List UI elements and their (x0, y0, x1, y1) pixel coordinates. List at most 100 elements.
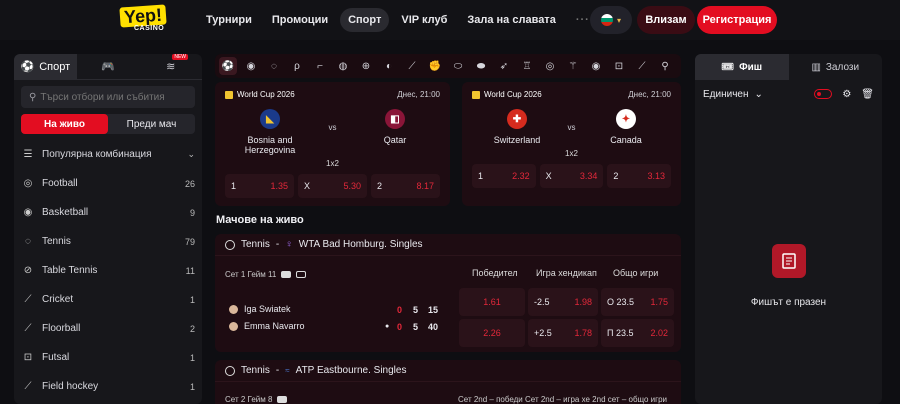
rugby-filter-icon[interactable]: ⬭ (449, 57, 467, 75)
badminton-filter-icon[interactable]: ➶ (495, 57, 513, 75)
odd-button[interactable]: X 5.30 (298, 174, 367, 198)
tab-sport-label: Спорт (39, 60, 71, 73)
tab-slip[interactable]: 🎟 Фиш (695, 54, 789, 80)
odd-button[interactable]: 2 8.17 (371, 174, 440, 198)
odd-button[interactable]: 2 3.13 (607, 164, 672, 188)
gear-icon[interactable]: ⚙ (842, 89, 851, 100)
main-content: ⚽ ◉ ◌ ρ ⌐ ◍ ⊕ ◐ ⟋ ✊ ⬭ ⬬ ➶ ♖ ◎ ⚚ ◉ ⊡ ⟋ ⚲ … (215, 54, 681, 404)
sport-name: Floorball (42, 323, 81, 334)
handball-filter-icon[interactable]: ◐ (380, 57, 398, 75)
tab-sport[interactable]: ⚽ Спорт (14, 54, 77, 79)
odd-value: 3.13 (647, 171, 666, 181)
table-tennis-filter-icon[interactable]: ρ (288, 57, 306, 75)
sport-count: 1 (189, 352, 195, 363)
competition-name: World Cup 2026 (237, 90, 295, 99)
prematch-toggle[interactable]: Преди мач (108, 114, 195, 134)
handicap-odd-button[interactable]: +2.5 1.78 (528, 319, 598, 347)
language-selector[interactable]: ▾ (590, 6, 632, 34)
odd-label: 2 (377, 181, 383, 191)
odd-value: 1.98 (574, 297, 592, 307)
chevron-down-icon: ⌄ (754, 88, 763, 100)
sport-item-field-hockey[interactable]: ⟋ Field hockey 1 (14, 372, 202, 401)
nav-promotions[interactable]: Промоции (264, 8, 336, 32)
winner-odd-button[interactable]: 1.61 (459, 288, 525, 316)
basketball-filter-icon[interactable]: ◉ (242, 57, 260, 75)
odd-value: 3.34 (579, 171, 598, 181)
odd-button[interactable]: X 3.34 (539, 164, 604, 188)
tab-layers[interactable]: ≋ NEW (139, 54, 202, 79)
live-match-card[interactable]: Tennis - ≈ ATP Eastbourne. Singles Сет 2… (215, 360, 681, 404)
sport-name: Table Tennis (42, 265, 98, 276)
match-status: Сет 2 Гейм 8 (225, 395, 273, 404)
wta-logo-icon: ♀ (285, 239, 293, 250)
trophy-filter-icon[interactable]: ♖ (518, 57, 536, 75)
total-odd-button[interactable]: О 23.5 1.75 (601, 288, 674, 316)
cricket-filter-icon[interactable]: ⟋ (403, 57, 421, 75)
mma-filter-icon[interactable]: ✊ (426, 57, 444, 75)
american-football-filter-icon[interactable]: ⬬ (472, 57, 490, 75)
event-card[interactable]: World Cup 2026 Днес, 21:00 ✚ Switzerland… (462, 82, 681, 206)
event-card[interactable]: World Cup 2026 Днес, 21:00 ◣ Bosnia and … (215, 82, 450, 206)
live-stream-icon[interactable] (281, 271, 292, 278)
nav-sport[interactable]: Спорт (340, 8, 390, 32)
trash-icon[interactable]: 🗑 (861, 89, 874, 100)
hockey-filter-icon[interactable]: ⌐ (311, 57, 329, 75)
quick-bet-toggle[interactable] (814, 89, 833, 99)
sport-item-futsal[interactable]: ⊡ Futsal 1 (14, 343, 202, 372)
chevron-down-icon: ⌄ (187, 149, 195, 159)
vs-label: vs (328, 123, 337, 132)
field-hockey-filter-icon[interactable]: ⟋ (633, 57, 651, 75)
separator: - (275, 365, 280, 376)
logo-subtext: CASINO (134, 25, 165, 32)
sport-item-basketball[interactable]: ◉ Basketball 9 (14, 198, 202, 227)
nav-hall-of-fame[interactable]: Зала на славата (459, 8, 563, 32)
snooker-filter-icon[interactable]: ⊡ (610, 57, 628, 75)
live-toggle[interactable]: На живо (21, 114, 108, 134)
sport-item-table-tennis[interactable]: ⊘ Table Tennis 11 (14, 256, 202, 285)
switzerland-crest-icon: ✚ (507, 109, 527, 129)
volleyball-filter-icon[interactable]: ◍ (334, 57, 352, 75)
tennis-filter-icon[interactable]: ◌ (265, 57, 283, 75)
floorball-filter-icon[interactable]: ⚚ (564, 57, 582, 75)
odd-value: 1.61 (483, 297, 501, 307)
search-input[interactable] (40, 91, 191, 103)
market-label: 1x2 (326, 159, 339, 168)
sport-item-popular-combo[interactable]: ☰ Популярна комбинация ⌄ (14, 140, 202, 169)
bet-type-select[interactable]: Единичен ⌄ (703, 89, 814, 100)
handicap-odd-button[interactable]: -2.5 1.98 (528, 288, 598, 316)
futsal-filter-icon[interactable]: ◉ (587, 57, 605, 75)
sport-item-floorball[interactable]: ⟋ Floorball 2 (14, 314, 202, 343)
nav-tournaments[interactable]: Турнири (198, 8, 260, 32)
sport-item-cricket[interactable]: ⟋ Cricket 1 (14, 285, 202, 314)
football-filter-icon[interactable]: ⚽ (219, 57, 237, 75)
winner-odd-button[interactable]: 2.26 (459, 319, 525, 347)
tab-esports[interactable]: 🎮 (77, 54, 140, 79)
qatar-crest-icon: ◧ (385, 109, 405, 129)
home-team: ◣ Bosnia and Herzegovina (225, 109, 315, 155)
sport-item-tennis[interactable]: ◌ Tennis 79 (14, 227, 202, 256)
live-stream-icon[interactable] (277, 396, 288, 403)
ticket-icon: 🎟 (721, 61, 735, 73)
live-match-card[interactable]: Tennis - ♀ WTA Bad Homburg. Singles Сет … (215, 234, 681, 352)
nav-vip-club[interactable]: VIP клуб (393, 8, 455, 32)
login-button[interactable]: Влизам (637, 6, 695, 34)
search-box[interactable]: ⚲ (21, 86, 195, 108)
slip-toolbar: Единичен ⌄ ⚙ 🗑 (695, 83, 882, 105)
darts-filter-icon[interactable]: ◎ (541, 57, 559, 75)
odd-button[interactable]: 1 1.35 (225, 174, 294, 198)
odd-button[interactable]: 1 2.32 (472, 164, 536, 188)
sport-item-football[interactable]: ◎ Football 26 (14, 169, 202, 198)
trophy-icon (472, 90, 480, 99)
home-team-name: Switzerland (493, 135, 541, 145)
player-avatar (229, 321, 238, 331)
total-odd-button[interactable]: П 23.5 2.02 (601, 319, 674, 347)
event-time: Днес, 21:00 (628, 90, 671, 99)
other-sport-filter-icon[interactable]: ⚲ (656, 57, 674, 75)
scoreboard-icon[interactable] (296, 271, 307, 278)
odd-value: 5.30 (343, 181, 361, 191)
tab-bets-label: Залози (825, 61, 860, 73)
yep-casino-logo[interactable]: Yep! CASINO (119, 4, 180, 34)
register-button[interactable]: Регистрация (697, 6, 777, 34)
tab-my-bets[interactable]: ▥ Залози (789, 54, 883, 80)
baseball-filter-icon[interactable]: ⊕ (357, 57, 375, 75)
